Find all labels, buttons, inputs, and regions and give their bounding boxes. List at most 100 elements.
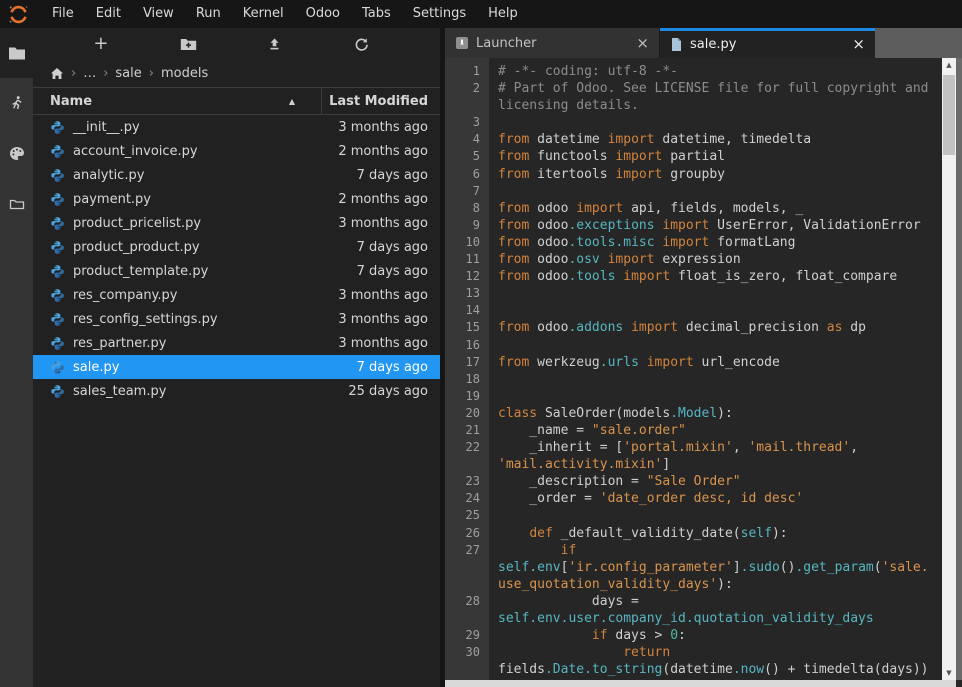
tab-launcher[interactable]: Launcher× [445,28,660,58]
file-row[interactable]: res_company.py3 months ago [33,283,440,307]
code-line[interactable]: from functools import partial [498,148,942,165]
sidebar-item-running-sessions[interactable] [0,78,33,128]
file-row[interactable]: product_product.py7 days ago [33,235,440,259]
refresh-icon [354,37,380,52]
line-number: 30 [445,644,480,661]
column-header-name[interactable]: Name ▲ [33,88,322,114]
code-token [600,252,608,267]
breadcrumb-home[interactable] [50,67,64,80]
code-line[interactable] [498,371,942,388]
code-line[interactable]: fields.Date.to_string(datetime.now() + t… [498,661,942,678]
code-line[interactable]: 'mail.activity.mixin'] [498,456,942,473]
code-line[interactable]: class SaleOrder(models.Model): [498,405,942,422]
file-row[interactable]: product_pricelist.py3 months ago [33,211,440,235]
close-icon[interactable]: × [636,36,649,51]
palette-icon [9,146,25,161]
upload-button[interactable] [267,37,293,51]
menu-tabs[interactable]: Tabs [351,0,402,28]
file-name: analytic.py [73,168,144,183]
file-row[interactable]: account_invoice.py2 months ago [33,139,440,163]
folder-icon [8,46,26,60]
file-row[interactable]: analytic.py7 days ago [33,163,440,187]
code-line[interactable]: _name = "sale.order" [498,422,942,439]
file-row[interactable]: res_config_settings.py3 months ago [33,307,440,331]
code-line[interactable] [498,388,942,405]
code-line[interactable]: _inherit = ['portal.mixin', 'mail.thread… [498,439,942,456]
code-line[interactable]: if [498,542,942,559]
breadcrumb-item[interactable]: models [142,66,208,81]
code-line[interactable]: _order = 'date_order desc, id desc' [498,490,942,507]
sidebar-item-command-palette[interactable] [0,128,33,178]
upload-icon [267,37,293,51]
menu-help[interactable]: Help [477,0,529,28]
scroll-down-icon[interactable]: ▼ [946,666,951,680]
code-line[interactable]: from odoo.exceptions import UserError, V… [498,217,942,234]
menu-view[interactable]: View [132,0,185,28]
file-name: product_product.py [73,240,200,255]
code-line[interactable]: def _default_validity_date(self): [498,525,942,542]
menu-run[interactable]: Run [185,0,232,28]
menu-kernel[interactable]: Kernel [232,0,295,28]
code-line[interactable]: from odoo.osv import expression [498,251,942,268]
code-line[interactable]: from odoo.addons import decimal_precisio… [498,319,942,336]
code-line[interactable]: self.env['ir.config_parameter'].sudo().g… [498,559,942,576]
menu-odoo[interactable]: Odoo [295,0,351,28]
code-line[interactable]: from datetime import datetime, timedelta [498,131,942,148]
code-token: api, fields, models, _ [623,201,803,216]
code-line[interactable]: licensing details. [498,97,942,114]
horizontal-scrollbar[interactable] [445,680,956,687]
code-token: odoo [529,320,568,335]
code-token: odoo [529,235,568,250]
file-row[interactable]: sale.py7 days ago [33,355,440,379]
line-number: 18 [445,371,480,388]
tab-sale-py[interactable]: sale.py× [660,28,875,58]
breadcrumb-item[interactable]: sale [96,66,142,81]
code-line[interactable]: from itertools import groupby [498,166,942,183]
line-number: 7 [445,183,480,200]
code-line[interactable]: use_quotation_validity_days'): [498,576,942,593]
close-icon[interactable]: × [852,37,865,52]
code-line[interactable] [498,507,942,524]
code-line[interactable]: self.env.user.company_id.quotation_valid… [498,610,942,627]
new-folder-button[interactable] [180,38,206,51]
code-editor[interactable]: 1234567891011121314151617181920212223242… [445,58,962,680]
vertical-scrollbar[interactable]: ▲ ▼ [942,58,956,680]
menu-file[interactable]: File [41,0,85,28]
code-area[interactable]: # -*- coding: utf-8 -*-# Part of Odoo. S… [489,58,942,680]
breadcrumb-item[interactable]: … [64,66,96,81]
file-row[interactable]: res_partner.py3 months ago [33,331,440,355]
code-line[interactable]: from odoo import api, fields, models, _ [498,200,942,217]
column-header-last-modified[interactable]: Last Modified [322,88,440,114]
file-row[interactable]: payment.py2 months ago [33,187,440,211]
code-token: odoo [529,218,568,233]
code-line[interactable]: from odoo.tools import float_is_zero, fl… [498,268,942,285]
tab-bar-filler [875,28,962,58]
code-line[interactable]: return [498,644,942,661]
file-row[interactable]: sales_team.py25 days ago [33,379,440,403]
code-line[interactable]: if days > 0: [498,627,942,644]
menu-settings[interactable]: Settings [402,0,477,28]
file-row[interactable]: __init__.py3 months ago [33,115,440,139]
sidebar-item-open-tabs[interactable] [0,178,33,228]
code-line[interactable] [498,302,942,319]
sidebar-item-file-browser[interactable] [0,28,33,78]
new-launcher-button[interactable]: + [93,35,119,53]
scroll-up-icon[interactable]: ▲ [946,58,951,72]
scrollbar-thumb[interactable] [943,75,955,155]
code-token: expression [655,252,741,267]
code-token: _inherit = [ [498,440,623,455]
code-line[interactable]: from odoo.tools.misc import formatLang [498,234,942,251]
code-line[interactable]: # Part of Odoo. See LICENSE file for ful… [498,80,942,97]
file-row[interactable]: product_template.py7 days ago [33,259,440,283]
code-line[interactable]: # -*- coding: utf-8 -*- [498,63,942,80]
refresh-button[interactable] [354,37,380,52]
code-line[interactable] [498,285,942,302]
code-line[interactable]: from werkzeug.urls import url_encode [498,354,942,371]
code-line[interactable]: _description = "Sale Order" [498,473,942,490]
code-line[interactable] [498,183,942,200]
code-line[interactable] [498,114,942,131]
code-token: import [647,355,694,370]
menu-edit[interactable]: Edit [85,0,132,28]
code-line[interactable] [498,337,942,354]
code-line[interactable]: days = [498,593,942,610]
